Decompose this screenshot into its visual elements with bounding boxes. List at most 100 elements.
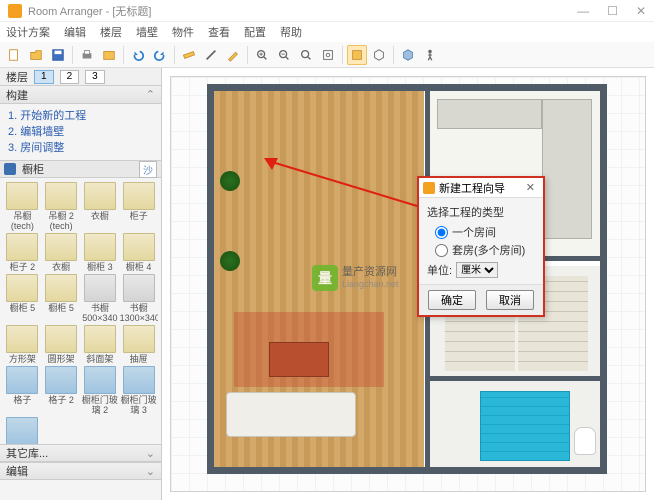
view-3d-button[interactable] — [369, 45, 389, 65]
walk-button[interactable] — [420, 45, 440, 65]
furniture-thumb-icon — [84, 233, 116, 261]
ok-button[interactable]: 确定 — [428, 290, 476, 310]
library-item[interactable]: 书橱 500×340 — [82, 274, 119, 323]
menu-config[interactable]: 配置 — [244, 24, 266, 40]
library-item[interactable]: 衣橱 — [82, 182, 119, 231]
toolbar — [0, 42, 654, 68]
floor-2-button[interactable]: 2 — [60, 70, 80, 84]
library-item[interactable]: 柜子 2 — [4, 233, 41, 272]
window-title: Room Arranger - [无标题] — [28, 3, 577, 19]
library-item[interactable]: 衣橱 — [43, 233, 80, 272]
floor-1-button[interactable]: 1 — [34, 70, 54, 84]
kitchen-counter[interactable] — [542, 99, 592, 239]
build-steps: 1. 开始新的工程 2. 编辑墙壁 3. 房间调整 — [0, 104, 161, 160]
zoom-all-button[interactable] — [318, 45, 338, 65]
library-item[interactable] — [82, 417, 119, 444]
library-item[interactable]: 斜面架 — [82, 325, 119, 364]
category-alt-button[interactable]: 沙 — [139, 161, 157, 178]
sofa[interactable] — [226, 392, 356, 437]
other-library-header[interactable]: 其它库... ⌄ — [0, 444, 161, 462]
library-item-label: 柜子 — [130, 211, 148, 221]
radio-suite[interactable]: 套房(多个房间) — [435, 242, 535, 258]
library-item-label: 橱柜门玻璃 2 — [82, 395, 119, 415]
library-item[interactable]: 吊橱 (tech) — [4, 182, 41, 231]
cancel-button[interactable]: 取消 — [486, 290, 534, 310]
toilet[interactable] — [574, 427, 596, 455]
furniture-thumb-icon — [6, 274, 38, 302]
coffee-table[interactable] — [269, 342, 329, 377]
export-button[interactable] — [99, 45, 119, 65]
furniture-thumb-icon — [6, 233, 38, 261]
measure-button[interactable] — [179, 45, 199, 65]
unit-select[interactable]: 厘米 — [456, 262, 498, 278]
library-item[interactable]: 圆形架 — [43, 325, 80, 364]
plant[interactable] — [220, 171, 240, 191]
library-item[interactable]: 橱柜 3 — [82, 233, 119, 272]
library-item[interactable] — [120, 417, 157, 444]
library-item[interactable]: 橱柜 4 — [120, 233, 157, 272]
maximize-button[interactable]: ☐ — [607, 4, 618, 18]
plant[interactable] — [220, 251, 240, 271]
library-item[interactable]: 柜子 — [120, 182, 157, 231]
chevron-down-icon: ⌄ — [146, 447, 155, 460]
minimize-button[interactable]: — — [577, 4, 589, 18]
furniture-thumb-icon — [45, 366, 77, 394]
canvas-area[interactable]: 量 量产资源网 Liangchan.net 新建工程向导 ✕ 选择工程的类型 一… — [162, 68, 654, 500]
dialog-close-button[interactable]: ✕ — [522, 181, 539, 194]
library-item[interactable]: 橱柜门玻璃 2 — [82, 366, 119, 415]
radio-single-room[interactable]: 一个房间 — [435, 224, 535, 240]
category-bar[interactable]: 橱柜 沙 — [0, 160, 161, 178]
floor-3-button[interactable]: 3 — [85, 70, 105, 84]
library-item[interactable]: 橱柜 5 — [43, 274, 80, 323]
save-button[interactable] — [48, 45, 68, 65]
menu-floor[interactable]: 楼层 — [100, 24, 122, 40]
new-button[interactable] — [4, 45, 24, 65]
library-item[interactable]: 格子 2 — [43, 366, 80, 415]
library-item[interactable]: 橱柜 5 — [4, 274, 41, 323]
library-item[interactable] — [43, 417, 80, 444]
menu-object[interactable]: 物件 — [172, 24, 194, 40]
step-room-adjust[interactable]: 3. 房间调整 — [8, 140, 153, 156]
radio-suite-input[interactable] — [435, 244, 448, 257]
radio-single-room-input[interactable] — [435, 226, 448, 239]
floorplan[interactable]: 量 量产资源网 Liangchan.net — [207, 84, 607, 474]
print-button[interactable] — [77, 45, 97, 65]
edit-wall-button[interactable] — [223, 45, 243, 65]
edit-panel-header[interactable]: 编辑 ⌄ — [0, 462, 161, 480]
step-edit-walls[interactable]: 2. 编辑墙壁 — [8, 124, 153, 140]
redo-button[interactable] — [150, 45, 170, 65]
library-item[interactable]: 方形架 — [4, 325, 41, 364]
menu-view[interactable]: 查看 — [208, 24, 230, 40]
furniture-thumb-icon — [45, 274, 77, 302]
bath-tile[interactable] — [480, 391, 570, 461]
zoom-fit-button[interactable] — [296, 45, 316, 65]
library-item[interactable]: 格子 — [4, 366, 41, 415]
library-item-label: 书橱 1300×340 — [120, 303, 158, 323]
furniture-thumb-icon — [6, 325, 38, 353]
build-panel-header[interactable]: 构建 ⌃ — [0, 86, 161, 104]
wall-button[interactable] — [201, 45, 221, 65]
library-item-label: 斜面架 — [86, 354, 113, 364]
library-item[interactable]: 橱柜门玻璃 3 — [120, 366, 157, 415]
undo-button[interactable] — [128, 45, 148, 65]
kitchen-counter-top[interactable] — [437, 99, 542, 129]
render-button[interactable] — [398, 45, 418, 65]
library-item[interactable]: 橱柜门玻璃 — [4, 417, 41, 444]
zoom-out-button[interactable] — [274, 45, 294, 65]
library-item[interactable]: 抽屉 — [120, 325, 157, 364]
zoom-in-button[interactable] — [252, 45, 272, 65]
open-button[interactable] — [26, 45, 46, 65]
library-item[interactable]: 吊橱 2 (tech) — [43, 182, 80, 231]
close-button[interactable]: ✕ — [636, 4, 646, 18]
menu-wall[interactable]: 墙壁 — [136, 24, 158, 40]
menu-help[interactable]: 帮助 — [280, 24, 302, 40]
chevron-down-icon: ⌄ — [146, 465, 155, 478]
view-2d-button[interactable] — [347, 45, 367, 65]
furniture-thumb-icon — [84, 366, 116, 394]
menu-design[interactable]: 设计方案 — [6, 24, 50, 40]
dialog-titlebar[interactable]: 新建工程向导 ✕ — [419, 178, 543, 198]
furniture-thumb-icon — [123, 274, 155, 302]
step-new-project[interactable]: 1. 开始新的工程 — [8, 108, 153, 124]
library-item[interactable]: 书橱 1300×340 — [120, 274, 157, 323]
menu-edit[interactable]: 编辑 — [64, 24, 86, 40]
